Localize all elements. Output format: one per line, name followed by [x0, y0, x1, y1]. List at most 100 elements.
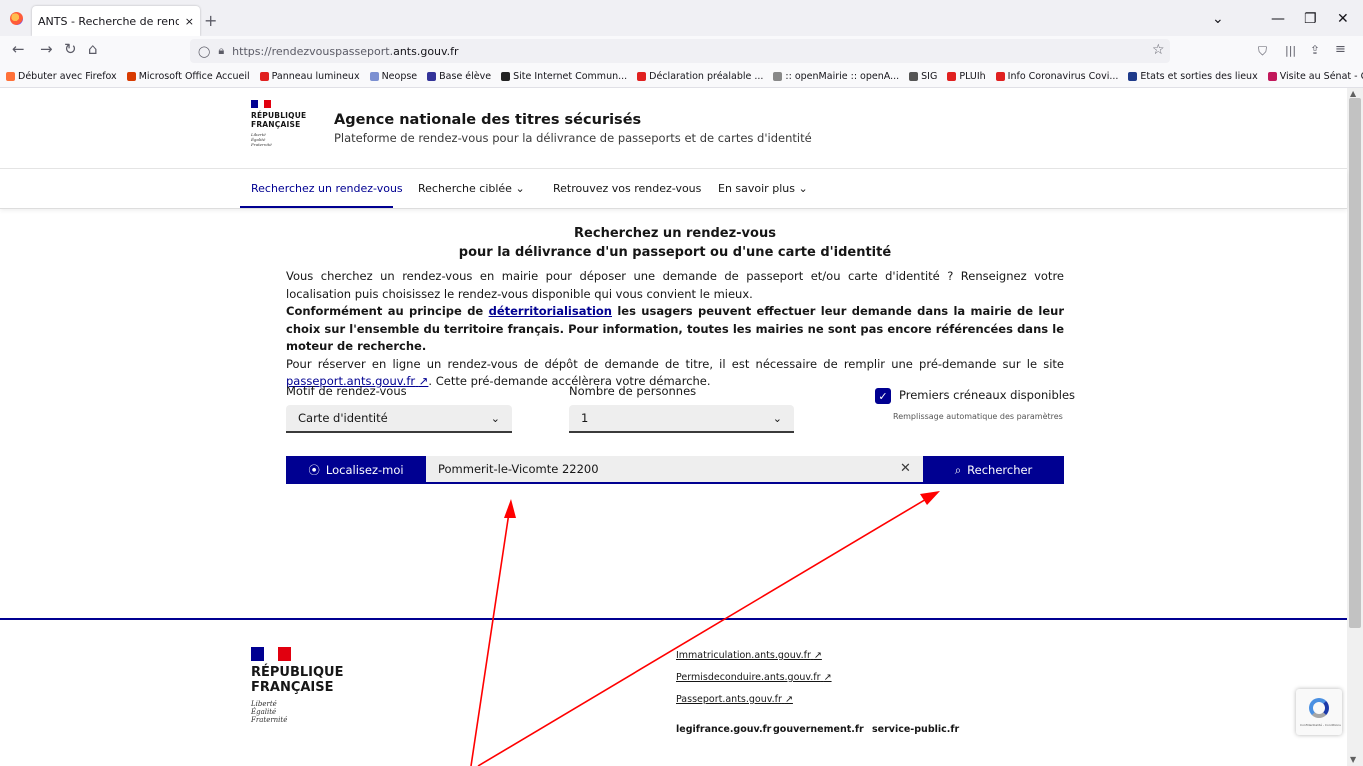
- restore-window-icon[interactable]: ❐: [1304, 11, 1317, 27]
- footer-link-passeport[interactable]: Passeport.ants.gouv.fr ↗: [676, 694, 793, 705]
- external-link-icon: ↗: [813, 650, 822, 661]
- persons-value: 1: [581, 411, 589, 425]
- bookmark-favicon-icon: [369, 72, 379, 81]
- reload-icon[interactable]: ↻: [64, 40, 77, 58]
- home-icon[interactable]: ⌂: [88, 40, 98, 58]
- footer-link-permis[interactable]: Permisdeconduire.ants.gouv.fr ↗: [676, 672, 832, 683]
- bookmark-favicon-icon: [909, 72, 919, 81]
- deterritorialisation-link[interactable]: déterritorialisation: [489, 304, 612, 318]
- footer-link-gouvernement[interactable]: gouvernement.fr: [773, 724, 864, 735]
- browser-tab-bar: ANTS - Recherche de rendez-vous × + ⌄ — …: [0, 0, 1363, 36]
- minimize-window-icon[interactable]: —: [1271, 11, 1285, 27]
- bookmark-favicon-icon: [1267, 72, 1277, 81]
- scroll-up-icon[interactable]: ▲: [1350, 89, 1356, 98]
- search-icon: ⌕: [954, 462, 962, 477]
- bookmarks-toolbar: Débuter avec Firefox Microsoft Office Acc…: [0, 66, 1363, 88]
- bookmark-item[interactable]: Panneau lumineux: [259, 71, 360, 82]
- bookmark-favicon-icon: [6, 72, 15, 81]
- nav-item-recherchez[interactable]: Recherchez un rendez-vous: [251, 182, 403, 195]
- bookmark-favicon-icon: [947, 72, 957, 81]
- close-window-icon[interactable]: ✕: [1337, 11, 1349, 27]
- recaptcha-icon: [1309, 698, 1329, 718]
- url-bar[interactable]: ◯ 🔒︎ https://rendezvouspasseport.ants.go…: [190, 39, 1170, 63]
- firefox-menu-icon[interactable]: [10, 12, 23, 25]
- bookmark-favicon-icon: [637, 72, 647, 81]
- tab-list-chevron-icon[interactable]: ⌄: [1212, 11, 1224, 27]
- new-tab-button[interactable]: +: [204, 11, 217, 30]
- chevron-down-icon: ⌄: [490, 411, 500, 425]
- external-link-icon: ↗: [823, 672, 832, 683]
- main-navigation: Recherchez un rendez-vous Recherche cibl…: [0, 169, 1347, 209]
- checkbox-label[interactable]: Premiers créneaux disponibles: [899, 388, 1075, 402]
- bookmark-favicon-icon: [995, 72, 1005, 81]
- premiers-creneaux-checkbox[interactable]: ✓: [875, 388, 891, 404]
- bookmark-favicon-icon: [259, 72, 269, 81]
- rechercher-button[interactable]: ⌕ Rechercher: [923, 456, 1064, 484]
- bookmark-item[interactable]: Etats et sorties des lieux: [1128, 71, 1258, 82]
- chevron-down-icon: ⌄: [798, 182, 808, 195]
- bookmark-item[interactable]: Base élève: [427, 71, 491, 82]
- back-arrow-icon[interactable]: ←: [12, 40, 25, 58]
- url-text: https://rendezvouspasseport.ants.gouv.fr: [232, 44, 459, 58]
- active-tab-indicator: [240, 206, 393, 208]
- nav-item-retrouvez[interactable]: Retrouvez vos rendez-vous: [553, 182, 701, 195]
- library-icon[interactable]: |||: [1285, 44, 1296, 57]
- motif-value: Carte d'identité: [298, 411, 388, 425]
- footer-divider: [0, 618, 1347, 620]
- republique-francaise-logo[interactable]: RÉPUBLIQUE FRANÇAISE Liberté Égalité Frater…: [251, 100, 306, 147]
- footer-rf-label: RÉPUBLIQUE FRANÇAISE: [251, 665, 344, 695]
- annotation-arrowhead-input: [504, 499, 516, 518]
- forward-arrow-icon[interactable]: →: [40, 40, 53, 58]
- persons-select[interactable]: 1 ⌄: [569, 405, 794, 433]
- footer-republique-francaise-logo[interactable]: RÉPUBLIQUE FRANÇAISE Liberté Égalité Frater…: [251, 647, 344, 724]
- share-icon[interactable]: ⇪: [1310, 43, 1320, 57]
- shield-icon[interactable]: ◯: [198, 45, 210, 58]
- hamburger-menu-icon[interactable]: ≡: [1335, 42, 1346, 57]
- persons-label: Nombre de personnes: [569, 384, 697, 398]
- site-title[interactable]: Agence nationale des titres sécurisés: [334, 112, 641, 128]
- bookmark-item[interactable]: Site Internet Commun...: [501, 71, 627, 82]
- footer-link-service-public[interactable]: service-public.fr: [872, 724, 959, 735]
- footer-link-legifrance[interactable]: legifrance.gouv.fr: [676, 724, 771, 735]
- lock-icon[interactable]: 🔒︎: [218, 44, 224, 58]
- devise: Liberté Égalité Fraternité: [251, 132, 272, 147]
- external-link-icon: ↗: [784, 694, 793, 705]
- bookmark-item[interactable]: Débuter avec Firefox: [6, 71, 117, 82]
- bookmark-item[interactable]: :: openMairie :: openA...: [773, 71, 899, 82]
- bookmark-star-icon[interactable]: ☆: [1152, 42, 1165, 58]
- recaptcha-badge[interactable]: Confidentialité - Conditions: [1296, 689, 1342, 735]
- scrollbar-thumb[interactable]: [1349, 98, 1361, 628]
- footer-link-immatriculation[interactable]: Immatriculation.ants.gouv.fr ↗: [676, 650, 822, 661]
- location-search-input[interactable]: Pommerit-le-Vicomte 22200: [426, 456, 923, 484]
- motif-label: Motif de rendez-vous: [286, 384, 407, 398]
- browser-nav-bar: ← → ↻ ⌂ ◯ 🔒︎ https://rendezvouspasseport…: [0, 36, 1363, 66]
- annotation-arrow-input: [470, 505, 511, 766]
- tab-close-icon[interactable]: ×: [185, 15, 194, 28]
- bookmark-item[interactable]: Déclaration préalable ...: [637, 71, 763, 82]
- location-pin-icon: ⦿: [308, 463, 320, 477]
- pocket-icon[interactable]: ⛉: [1258, 44, 1267, 59]
- browser-tab[interactable]: ANTS - Recherche de rendez-vous ×: [32, 6, 200, 36]
- page-title: Recherchez un rendez-vous: [574, 226, 776, 241]
- bookmark-favicon-icon: [126, 72, 136, 81]
- bookmark-item[interactable]: SIG: [909, 71, 937, 82]
- bookmark-favicon-icon: [501, 72, 511, 81]
- bookmark-item[interactable]: Info Coronavirus Covi...: [995, 71, 1118, 82]
- intro-text: Vous cherchez un rendez-vous en mairie p…: [286, 269, 1064, 388]
- check-icon: ✓: [878, 389, 888, 403]
- checkbox-hint: Remplissage automatique des paramètres: [893, 412, 1063, 421]
- bookmark-item[interactable]: Microsoft Office Accueil: [126, 71, 250, 82]
- scroll-down-icon[interactable]: ▼: [1350, 755, 1356, 764]
- clear-search-icon[interactable]: ✕: [900, 461, 911, 476]
- bookmark-item[interactable]: PLUIh: [947, 71, 986, 82]
- marianne-flag-icon: [251, 647, 291, 661]
- rf-label: RÉPUBLIQUE FRANÇAISE: [251, 111, 307, 129]
- chevron-down-icon: ⌄: [772, 411, 782, 425]
- bookmark-item[interactable]: Neopse: [369, 71, 417, 82]
- nav-item-en-savoir-plus[interactable]: En savoir plus ⌄: [718, 182, 808, 195]
- motif-select[interactable]: Carte d'identité ⌄: [286, 405, 512, 433]
- bookmark-favicon-icon: [773, 72, 783, 81]
- nav-item-recherche-ciblee[interactable]: Recherche ciblée ⌄: [418, 182, 525, 195]
- localisez-moi-button[interactable]: ⦿ Localisez-moi: [286, 456, 426, 484]
- bookmark-item[interactable]: Visite au Sénat - Com...: [1267, 71, 1363, 82]
